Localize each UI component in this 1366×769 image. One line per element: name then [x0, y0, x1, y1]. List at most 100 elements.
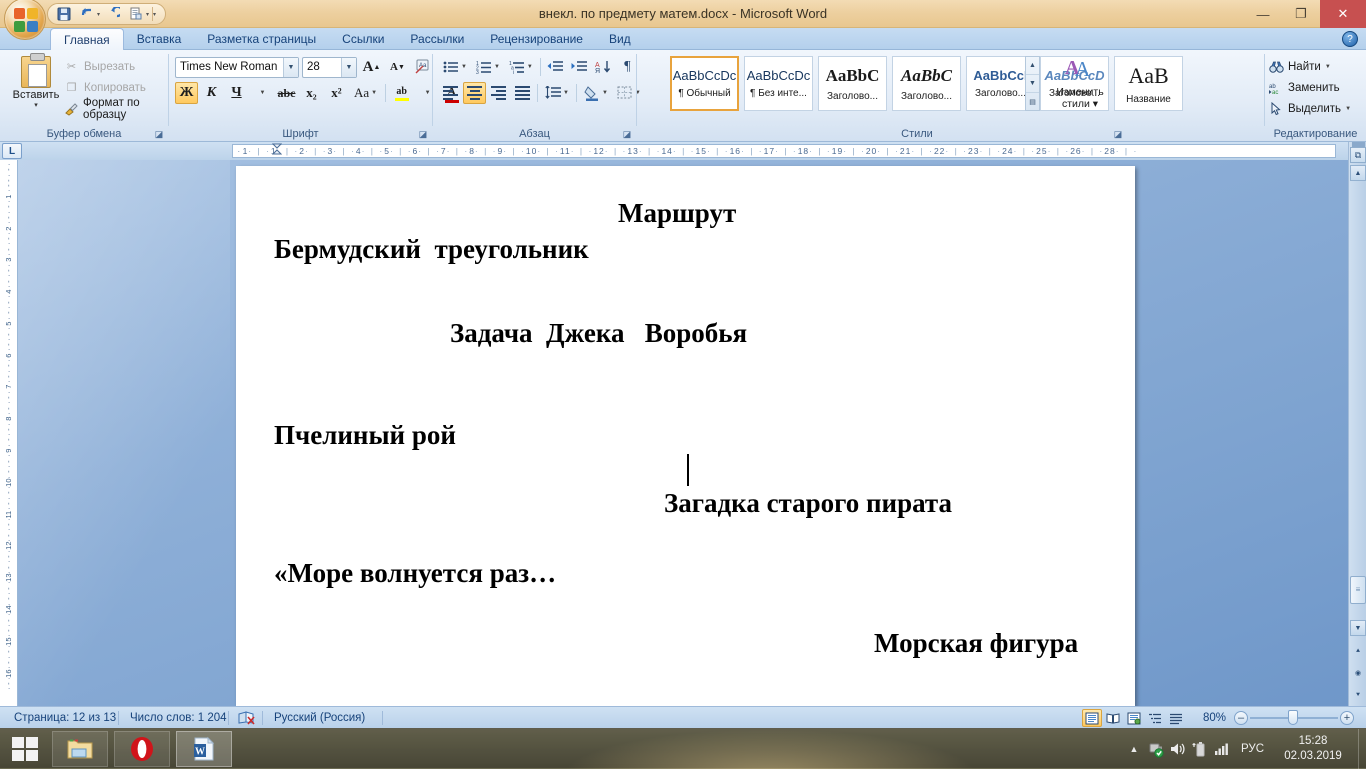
paste-button[interactable]: Вставить ▾ — [12, 53, 60, 109]
undo-dropdown-icon[interactable]: ▾ — [97, 11, 100, 18]
vertical-scrollbar[interactable]: ⧉ ▲ ≡ ▼ ⯅ ◉ ⯆ — [1348, 142, 1366, 706]
tab-mailings[interactable]: Рассылки — [397, 28, 477, 50]
clipboard-dialog-launcher[interactable]: ◪ — [153, 128, 165, 140]
style-no-spacing[interactable]: AaBbCcDc ¶ Без инте... — [744, 56, 813, 111]
change-case-button[interactable]: Aa ▼ — [350, 82, 381, 104]
decrease-indent-button[interactable] — [544, 56, 567, 78]
previous-page-button[interactable]: ⯅ — [1350, 644, 1366, 660]
grow-font-button[interactable]: A ▲ — [360, 56, 383, 78]
tab-references[interactable]: Ссылки — [329, 28, 397, 50]
help-icon[interactable]: ? — [1342, 31, 1358, 47]
tab-insert[interactable]: Вставка — [124, 28, 195, 50]
format-painter-button[interactable]: Формат по образцу — [64, 97, 168, 121]
zoom-out-button[interactable]: – — [1234, 711, 1248, 725]
next-page-button[interactable]: ⯆ — [1350, 688, 1366, 704]
bullets-button[interactable]: ▼ — [439, 56, 471, 78]
tab-home[interactable]: Главная — [50, 28, 124, 50]
paragraph-dialog-launcher[interactable]: ◪ — [621, 128, 633, 140]
taskbar-word[interactable]: W — [176, 731, 232, 767]
zoom-slider-thumb[interactable] — [1288, 710, 1298, 725]
align-center-button[interactable] — [463, 82, 486, 104]
zoom-slider[interactable]: – + — [1230, 707, 1358, 729]
minimize-button[interactable]: — — [1244, 0, 1282, 28]
redo-button[interactable] — [103, 5, 123, 23]
bold-button[interactable]: Ж — [175, 82, 198, 104]
scroll-up-button[interactable]: ▲ — [1350, 165, 1366, 181]
align-left-button[interactable] — [439, 82, 462, 104]
text-highlight-button[interactable]: ab — [390, 82, 413, 104]
font-name-combobox[interactable]: Times New Roman ▼ — [175, 56, 299, 78]
outline-view-button[interactable] — [1145, 709, 1165, 727]
document-page[interactable]: Маршрут Бермудский треугольник Задача Джек… — [236, 166, 1135, 706]
quick-print-dropdown-icon[interactable]: ▾ — [146, 11, 149, 18]
superscript-button[interactable]: x² — [325, 82, 348, 104]
horizontal-ruler[interactable]: L · 1 · | · 1 · | · 2 · | · 3 · | · 4 · … — [0, 142, 1366, 160]
replace-button[interactable]: ab ac Заменить — [1269, 77, 1351, 98]
style-heading-1[interactable]: AaBbC Заголово... — [818, 56, 887, 111]
customize-qat-icon[interactable]: ▾ — [153, 11, 156, 18]
change-styles-button[interactable]: AA Изменить стили ▾ — [1049, 54, 1111, 110]
numbering-button[interactable]: 123 ▼ — [472, 56, 504, 78]
align-justify-button[interactable] — [511, 82, 534, 104]
document-body[interactable]: Маршрут Бермудский треугольник Задача Джек… — [236, 166, 1135, 706]
tab-view[interactable]: Вид — [596, 28, 644, 50]
underline-dropdown-icon[interactable]: ▼ — [250, 82, 273, 104]
battery-icon[interactable] — [1189, 729, 1211, 769]
multilevel-list-button[interactable]: 1ai ▼ — [505, 56, 537, 78]
page-indicator[interactable]: Страница: 12 из 13 — [4, 707, 126, 729]
start-button[interactable] — [2, 731, 48, 767]
select-browse-object-button[interactable]: ◉ — [1350, 666, 1366, 682]
find-dropdown-icon[interactable]: ▼ — [1325, 64, 1331, 70]
show-desktop-button[interactable] — [1358, 729, 1366, 769]
office-button[interactable] — [4, 0, 46, 40]
font-name-dropdown-icon[interactable]: ▼ — [283, 57, 298, 77]
close-button[interactable]: ✕ — [1320, 0, 1366, 28]
styles-more-icon[interactable]: ▤ — [1026, 93, 1039, 110]
save-button[interactable] — [54, 5, 74, 23]
zoom-level[interactable]: 80% — [1203, 707, 1226, 729]
increase-indent-button[interactable] — [568, 56, 591, 78]
styles-dialog-launcher[interactable]: ◪ — [1112, 128, 1124, 140]
language-indicator[interactable]: Русский (Россия) — [264, 707, 375, 729]
clock[interactable]: 15:28 02.03.2019 — [1272, 734, 1358, 764]
copy-button[interactable]: ❐ Копировать — [64, 77, 168, 98]
find-button[interactable]: Найти ▼ — [1269, 56, 1351, 77]
styles-scroll-up-icon[interactable]: ▲ — [1026, 57, 1039, 75]
browse-object-icon[interactable]: ⧉ — [1350, 147, 1366, 163]
scroll-thumb[interactable]: ≡ — [1350, 576, 1366, 604]
shading-button[interactable]: ▼ — [580, 82, 612, 104]
underline-button[interactable]: Ч — [225, 82, 248, 104]
print-layout-view-button[interactable] — [1082, 709, 1102, 727]
tab-page-layout[interactable]: Разметка страницы — [194, 28, 329, 50]
scroll-down-button[interactable]: ▼ — [1350, 620, 1366, 636]
subscript-button[interactable]: x₂ — [300, 82, 323, 104]
shrink-font-button[interactable]: A ▼ — [386, 56, 409, 78]
draft-view-button[interactable] — [1166, 709, 1186, 727]
show-hidden-icons-icon[interactable]: ▲ — [1123, 729, 1145, 769]
spellcheck-icon[interactable] — [234, 707, 260, 729]
font-size-combobox[interactable]: 28 ▼ — [302, 56, 357, 78]
network-icon[interactable] — [1211, 729, 1233, 769]
undo-button[interactable] — [77, 5, 97, 23]
indent-marker[interactable] — [271, 143, 283, 162]
styles-gallery-scroll[interactable]: ▲ ▼ ▤ — [1025, 56, 1040, 111]
style-normal[interactable]: AaBbCcDc ¶ Обычный — [670, 56, 739, 111]
horizontal-ruler-track[interactable]: · 1 · | · 1 · | · 2 · | · 3 · | · 4 · | … — [232, 144, 1336, 158]
full-screen-reading-button[interactable] — [1103, 709, 1123, 727]
taskbar-opera[interactable] — [114, 731, 170, 767]
tab-stop-selector[interactable]: L — [2, 143, 22, 159]
word-count[interactable]: Число слов: 1 204 — [120, 707, 237, 729]
quick-print-button[interactable] — [126, 5, 146, 23]
cut-button[interactable]: ✂ Вырезать — [64, 56, 168, 77]
taskbar-file-explorer[interactable] — [52, 731, 108, 767]
styles-scroll-down-icon[interactable]: ▼ — [1026, 75, 1039, 93]
usb-safely-remove-icon[interactable] — [1145, 729, 1167, 769]
language-indicator-tray[interactable]: РУС — [1233, 743, 1272, 755]
style-heading-2[interactable]: AaBbC Заголово... — [892, 56, 961, 111]
strikethrough-button[interactable]: abc — [275, 82, 298, 104]
italic-button[interactable]: К — [200, 82, 223, 104]
sort-button[interactable]: АЯ — [592, 56, 615, 78]
select-button[interactable]: Выделить ▼ — [1269, 98, 1351, 119]
volume-icon[interactable] — [1167, 729, 1189, 769]
line-spacing-button[interactable]: ▼ — [541, 82, 573, 104]
